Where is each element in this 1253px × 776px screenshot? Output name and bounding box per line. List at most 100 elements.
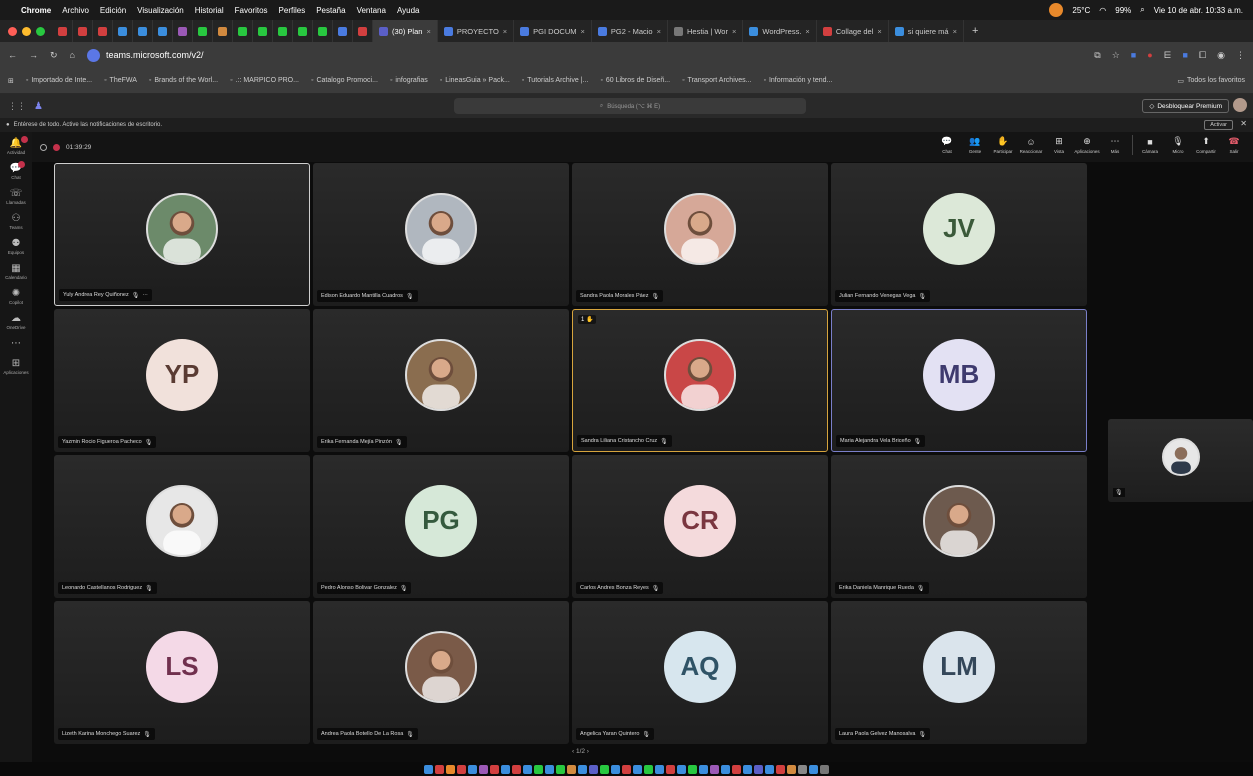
dock-app-icon[interactable] xyxy=(435,764,444,774)
menu-visualizacion[interactable]: Visualización xyxy=(137,6,184,15)
dock-app-icon[interactable] xyxy=(743,764,752,774)
dock-app-icon[interactable] xyxy=(765,764,774,774)
participant-tile[interactable]: AQ Angelica Yaran Quintero 🎙 xyxy=(572,601,828,744)
toolbar-button-micro[interactable]: 🎙 Micro xyxy=(1167,136,1189,154)
star-icon[interactable]: ☆ xyxy=(1112,50,1120,61)
bookmark-item[interactable]: ◦ Información y tend... xyxy=(763,77,832,84)
toolbar-button-aplicaciones[interactable]: ⊕ Aplicaciones xyxy=(1074,136,1099,154)
bookmark-item[interactable]: ◦ Importado de Inte... xyxy=(26,77,92,84)
menu-archivo[interactable]: Archivo xyxy=(62,6,89,15)
menu-historial[interactable]: Historial xyxy=(195,6,224,15)
dock-app-icon[interactable] xyxy=(479,764,488,774)
rail-item-calendario[interactable]: ▦ Calendario xyxy=(5,263,27,280)
rail-item-actividad[interactable]: 🔔 Actividad xyxy=(7,136,29,155)
pinned-tab[interactable] xyxy=(293,20,313,42)
activate-notifications-button[interactable]: Activar xyxy=(1204,120,1233,130)
pinned-tab[interactable] xyxy=(113,20,133,42)
dock-app-icon[interactable] xyxy=(710,764,719,774)
dock-app-icon[interactable] xyxy=(589,764,598,774)
pinned-tab[interactable] xyxy=(313,20,333,42)
close-window-button[interactable] xyxy=(8,26,17,36)
back-icon[interactable]: ← xyxy=(8,50,17,60)
dock-app-icon[interactable] xyxy=(655,764,664,774)
pinned-tab[interactable] xyxy=(253,20,273,42)
url-field[interactable]: teams.microsoft.com/v2/ xyxy=(86,48,204,62)
close-tab-icon[interactable]: × xyxy=(953,27,957,36)
more-options-icon[interactable]: ··· xyxy=(142,292,148,298)
toolbar-button-mas[interactable]: ⋯ Más xyxy=(1104,136,1126,154)
dock-app-icon[interactable] xyxy=(622,764,631,774)
dock-app-icon[interactable] xyxy=(501,764,510,774)
dock-app-icon[interactable] xyxy=(578,764,587,774)
rail-item-teams[interactable]: ⚇ Teams xyxy=(9,213,22,230)
participant-tile[interactable]: YP Yazmin Rocio Figueroa Pacheco 🎙 xyxy=(54,309,310,452)
toolbar-button-salir[interactable]: ☎ Salir xyxy=(1223,136,1245,154)
dock-app-icon[interactable] xyxy=(468,764,477,774)
participant-tile[interactable]: Sandra Paola Morales Páez 🎙 xyxy=(572,163,828,306)
participant-tile[interactable]: 1 ✋ Sandra Liliana Cristancho Cruz 🎙 xyxy=(572,309,828,452)
close-tab-icon[interactable]: × xyxy=(732,27,736,36)
bookmark-item[interactable]: ◦ LineasGuia » Pack... xyxy=(440,77,510,84)
zoom-window-button[interactable] xyxy=(36,26,45,36)
menu-edicion[interactable]: Edición xyxy=(100,6,126,15)
menu-ventana[interactable]: Ventana xyxy=(357,6,386,15)
bookmark-item[interactable]: ◦ Tutorials Archive |... xyxy=(522,77,589,84)
toolbar-button-participar[interactable]: ✋ Participar xyxy=(992,136,1014,154)
search-input[interactable]: ⌕ Búsqueda (⌥ ⌘ E) xyxy=(454,98,806,114)
dock-app-icon[interactable] xyxy=(809,764,818,774)
browser-tab[interactable]: PROYECTO × xyxy=(438,20,515,42)
rail-item-chat[interactable]: 💬 Chat xyxy=(10,161,26,180)
battery-level[interactable]: 99% xyxy=(1115,6,1131,15)
dock-app-icon[interactable] xyxy=(699,764,708,774)
bookmark-item[interactable]: ◦ Brands of the Worl... xyxy=(149,77,218,84)
search-icon[interactable]: ⌕ xyxy=(1140,5,1144,15)
dock-app-icon[interactable] xyxy=(512,764,521,774)
toolbar-button-camara[interactable]: ■ Cámara xyxy=(1139,137,1161,154)
browser-tab[interactable]: PG2 - Macio × xyxy=(592,20,668,42)
pinned-tab[interactable] xyxy=(173,20,193,42)
menu-favoritos[interactable]: Favoritos xyxy=(235,6,268,15)
participant-tile[interactable]: MB Maria Alejandra Vela Briceño 🎙 xyxy=(831,309,1087,452)
puzzle-icon[interactable]: ⧠ xyxy=(1199,50,1206,61)
new-tab-button[interactable]: + xyxy=(964,25,986,37)
dock-app-icon[interactable] xyxy=(490,764,499,774)
dock-app-icon[interactable] xyxy=(556,764,565,774)
pinned-tab[interactable] xyxy=(353,20,373,42)
dock-app-icon[interactable] xyxy=(677,764,686,774)
browser-tab[interactable]: si quiere má × xyxy=(889,20,964,42)
rail-item-equipos[interactable]: ⚉ Equipos xyxy=(8,238,24,255)
close-icon[interactable]: ✕ xyxy=(1240,119,1247,128)
pinned-tab[interactable] xyxy=(333,20,353,42)
participant-tile[interactable]: JV Julian Fernando Venegas Vega 🎙 xyxy=(831,163,1087,306)
toolbar-button-reaccionar[interactable]: ☺ Reaccionar xyxy=(1020,137,1043,154)
extension-icon[interactable]: ● xyxy=(1147,50,1152,60)
pinned-tab[interactable] xyxy=(273,20,293,42)
extension-icon[interactable]: ⋿ xyxy=(1164,50,1172,61)
rail-item-more[interactable]: ⋯ xyxy=(11,338,21,350)
close-tab-icon[interactable]: × xyxy=(805,27,809,36)
clock[interactable]: Vie 10 de abr. 10:33 a.m. xyxy=(1154,6,1243,15)
participant-tile[interactable]: Yuly Andrea Rey Quiñonez 🎙 ··· xyxy=(54,163,310,306)
minimize-window-button[interactable] xyxy=(22,26,31,36)
apps-grid-icon[interactable]: ⊞ xyxy=(8,77,14,85)
menu-pestana[interactable]: Pestaña xyxy=(316,6,345,15)
dock-app-icon[interactable] xyxy=(820,764,829,774)
toolbar-button-compartir[interactable]: ⬆ Compartir xyxy=(1195,136,1217,154)
kebab-menu-icon[interactable]: ⋮ xyxy=(1236,50,1245,61)
bookmark-item[interactable]: ◦ Transport Archives... xyxy=(682,77,751,84)
participant-tile[interactable]: LM Laura Paola Gelvez Manosalva 🎙 xyxy=(831,601,1087,744)
extension-icon[interactable]: ■ xyxy=(1183,50,1188,60)
participant-tile[interactable]: Edison Eduardo Mantilla Cuadros 🎙 xyxy=(313,163,569,306)
participant-tile[interactable]: LS Lizeth Karina Monchego Suarez 🎙 xyxy=(54,601,310,744)
pinned-tab[interactable] xyxy=(153,20,173,42)
browser-tab[interactable]: (30) Plan × xyxy=(373,20,438,42)
home-icon[interactable]: ⌂ xyxy=(70,50,75,60)
rail-item-aplicaciones[interactable]: ⊞ Aplicaciones xyxy=(3,358,28,375)
dock-app-icon[interactable] xyxy=(666,764,675,774)
dock-app-icon[interactable] xyxy=(798,764,807,774)
menu-ayuda[interactable]: Ayuda xyxy=(397,6,420,15)
dock-app-icon[interactable] xyxy=(688,764,697,774)
dock-app-icon[interactable] xyxy=(457,764,466,774)
dock-app-icon[interactable] xyxy=(600,764,609,774)
bookmark-item[interactable]: ◦ Catalogo Promoci... xyxy=(311,77,378,84)
